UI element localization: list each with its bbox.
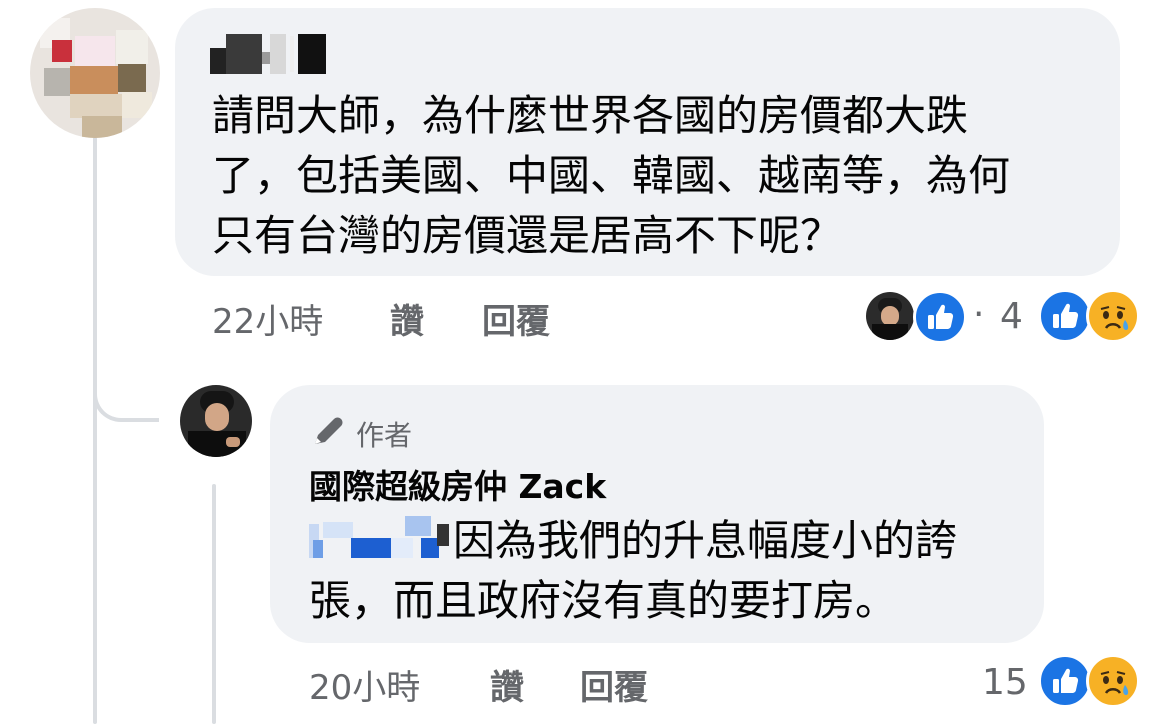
comment-timestamp[interactable]: 22小時 — [212, 294, 323, 343]
comment-text: 請問大師，為什麼世界各國的房價都大跌 了，包括美國、中國、韓國、越南等，為何 只… — [212, 91, 1011, 260]
sad-face-icon[interactable] — [1086, 654, 1140, 708]
redaction-block — [290, 36, 294, 72]
avatar-pixel — [44, 68, 70, 96]
reply-text: 因為我們的升息幅度小的誇 張，而且政府沒有真的要打房。 — [309, 516, 958, 625]
sad-face-icon[interactable] — [1086, 289, 1140, 343]
like-thumb-icon[interactable] — [1038, 289, 1092, 343]
avatar-pixel — [75, 36, 115, 66]
reply-reaction-count[interactable]: 15 — [982, 662, 1028, 703]
avatar-hand — [226, 437, 240, 447]
redaction-block — [226, 34, 262, 74]
reply-author-name[interactable]: 國際超級房仲 Zack — [309, 460, 606, 508]
reply-timestamp[interactable]: 20小時 — [309, 660, 420, 709]
comment-author-name-redacted[interactable] — [210, 34, 330, 74]
avatar-pixel — [70, 94, 122, 118]
reply-like-button[interactable]: 讚 — [490, 660, 524, 709]
avatar-pixel — [82, 116, 122, 138]
like-thumb-icon-svg — [1053, 303, 1079, 328]
like-thumb-icon[interactable] — [1038, 654, 1092, 708]
redaction-block — [270, 34, 286, 74]
avatar-face — [881, 306, 899, 326]
like-thumb-icon-svg — [928, 304, 954, 329]
thread-line-main — [93, 135, 97, 724]
avatar-pixel — [116, 30, 148, 64]
like-thumb-icon[interactable] — [913, 290, 967, 344]
avatar-pixel — [118, 64, 146, 92]
reply-author-avatar[interactable] — [180, 385, 252, 457]
reply-reply-button[interactable]: 回覆 — [580, 660, 648, 709]
commenter-avatar[interactable] — [30, 8, 160, 138]
avatar-pixel — [52, 40, 72, 62]
reactor-avatar — [866, 292, 914, 340]
sad-face-icon-svg — [1100, 671, 1129, 695]
pen-icon — [309, 412, 347, 450]
avatar-body — [872, 324, 908, 340]
comment-reaction-count[interactable]: 4 — [1000, 296, 1023, 337]
comment-reply-button[interactable]: 回覆 — [482, 294, 550, 343]
author-badge-label: 作者 — [356, 419, 413, 452]
redaction-block — [298, 34, 326, 74]
avatar-pixel — [70, 66, 118, 94]
redaction-block — [210, 48, 226, 74]
redaction-block — [262, 52, 270, 64]
thread-line-reply — [212, 484, 216, 724]
avatar-pixel — [122, 92, 152, 118]
sad-face-icon-svg — [1100, 306, 1129, 330]
thread-line-curve — [93, 340, 159, 422]
like-thumb-icon-svg — [1053, 668, 1079, 693]
avatar-face — [205, 403, 229, 431]
reaction-dot: · — [973, 294, 985, 335]
comment-like-button[interactable]: 讚 — [390, 294, 424, 343]
